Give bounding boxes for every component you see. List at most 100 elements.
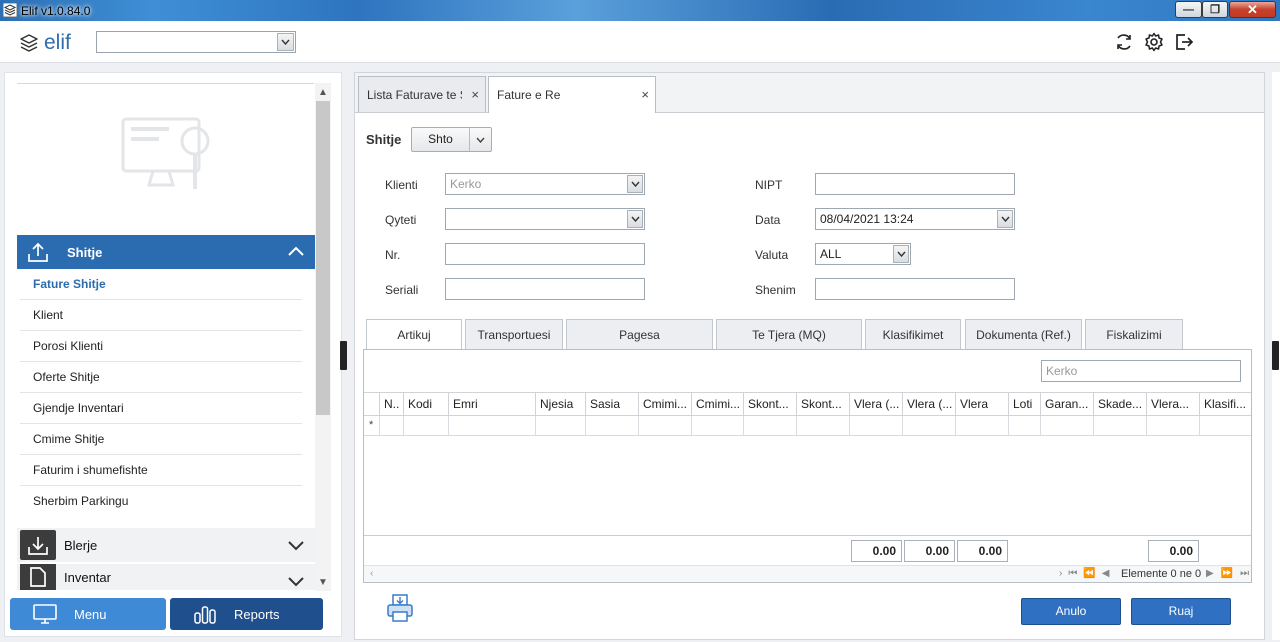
scrollbar-thumb[interactable] — [316, 101, 330, 415]
scroll-up-icon[interactable]: ▲ — [315, 85, 331, 99]
qyteti-combobox[interactable] — [445, 208, 645, 230]
tab-klasifikimet[interactable]: Klasifikimet — [865, 319, 961, 349]
shto-button[interactable]: Shto — [412, 128, 470, 151]
sidebar-splitter-handle[interactable] — [340, 341, 347, 370]
sidebar-item-oferte-shitje[interactable]: Oferte Shitje — [20, 362, 302, 393]
tab-transportuesi[interactable]: Transportuesi — [465, 319, 563, 349]
cancel-button[interactable]: Anulo — [1021, 598, 1121, 625]
tab-dokumenta[interactable]: Dokumenta (Ref.) — [965, 319, 1082, 349]
app-layers-icon — [3, 3, 17, 17]
top-bar: elif — [0, 21, 1280, 63]
chevron-down-icon[interactable] — [627, 210, 643, 228]
next-page-group-icon[interactable]: ⏩ — [1221, 568, 1233, 579]
tab-fature-e-re[interactable]: Fature e Re × — [488, 76, 656, 113]
new-row[interactable]: * — [364, 416, 1251, 436]
sidebar-section-blerje[interactable]: Blerje — [17, 528, 315, 562]
close-tab-icon[interactable]: × — [641, 87, 649, 102]
column-header[interactable]: Kodi — [404, 393, 449, 416]
column-header[interactable]: Emri — [449, 393, 536, 416]
column-header[interactable]: Skont... — [797, 393, 850, 416]
sidebar: Shitje Fature Shitje Klient Porosi Klien… — [4, 72, 342, 637]
column-header[interactable]: N.. — [380, 393, 404, 416]
chevron-down-icon[interactable] — [470, 128, 491, 151]
minimize-button[interactable]: — — [1175, 1, 1202, 18]
chevron-down-icon[interactable] — [287, 536, 305, 554]
right-splitter-handle[interactable] — [1272, 341, 1279, 370]
reports-button[interactable]: Reports — [170, 598, 323, 630]
shenim-input[interactable] — [815, 278, 1015, 300]
save-button[interactable]: Ruaj — [1131, 598, 1231, 625]
column-header[interactable]: Skade... — [1094, 393, 1147, 416]
sidebar-item-sherbim-parkingu[interactable]: Sherbim Parkingu — [20, 486, 302, 517]
app-logo: elif — [18, 31, 71, 55]
scroll-left-icon[interactable]: ‹ — [370, 568, 373, 579]
first-page-icon[interactable]: ⏮ — [1068, 568, 1077, 579]
column-header[interactable]: Cmimi... — [692, 393, 744, 416]
valuta-select[interactable]: ALL — [815, 243, 911, 265]
logout-icon[interactable] — [1174, 32, 1194, 52]
column-header[interactable]: Vlera (... — [903, 393, 956, 416]
tab-te-tjera[interactable]: Te Tjera (MQ) — [716, 319, 862, 349]
prev-page-group-icon[interactable]: ⏪ — [1083, 568, 1095, 579]
seriali-input[interactable] — [445, 278, 645, 300]
bar-chart-icon — [194, 606, 216, 624]
sidebar-item-fature-shitje[interactable]: Fature Shitje — [20, 269, 302, 300]
column-header[interactable]: Klasifi... — [1200, 393, 1251, 416]
chevron-down-icon[interactable] — [893, 245, 909, 263]
minimize-icon: — — [1183, 3, 1194, 16]
chevron-down-icon[interactable] — [287, 572, 305, 590]
last-page-icon[interactable]: ⏭ — [1240, 568, 1249, 579]
column-header[interactable]: Cmimi... — [639, 393, 692, 416]
sidebar-section-shitje[interactable]: Shitje — [17, 235, 315, 269]
chevron-down-icon[interactable] — [997, 210, 1013, 228]
chevron-down-icon[interactable] — [277, 33, 294, 51]
nipt-input[interactable] — [815, 173, 1015, 195]
next-page-icon[interactable]: ▶ — [1206, 568, 1214, 579]
close-window-button[interactable]: ✕ — [1229, 1, 1276, 18]
print-icon[interactable] — [385, 593, 415, 623]
gear-icon[interactable] — [1144, 32, 1164, 52]
sidebar-item-porosi-klienti[interactable]: Porosi Klienti — [20, 331, 302, 362]
nr-label: Nr. — [385, 248, 401, 262]
sidebar-item-cmime-shitje[interactable]: Cmime Shitje — [20, 424, 302, 455]
chevron-down-icon[interactable] — [627, 175, 643, 193]
tab-label: Lista Faturave te Shitjes — [367, 87, 462, 102]
column-header[interactable]: Vlera — [956, 393, 1009, 416]
menu-button[interactable]: Menu — [10, 598, 166, 630]
company-selector[interactable] — [96, 31, 296, 53]
sidebar-scrollbar[interactable]: ▲ ▼ — [315, 83, 331, 591]
column-header[interactable]: Sasia — [586, 393, 639, 416]
sidebar-section-inventar[interactable]: Inventar — [17, 564, 315, 590]
sidebar-item-klient[interactable]: Klient — [20, 300, 302, 331]
prev-page-icon[interactable]: ◀ — [1102, 568, 1110, 579]
scroll-right-icon[interactable]: › — [1059, 568, 1062, 579]
grid-search-input[interactable]: Kerko — [1041, 360, 1241, 382]
column-header[interactable]: Njesia — [536, 393, 586, 416]
maximize-button[interactable]: ❐ — [1202, 1, 1228, 18]
klienti-combobox[interactable]: Kerko — [445, 173, 645, 195]
chevron-up-icon[interactable] — [287, 243, 305, 261]
column-header[interactable]: Vlera (... — [850, 393, 903, 416]
column-header[interactable]: Vlera... — [1147, 393, 1200, 416]
tab-lista-faturave[interactable]: Lista Faturave te Shitjes × — [358, 76, 486, 112]
sidebar-section-label: Inventar — [64, 569, 111, 585]
scroll-down-icon[interactable]: ▼ — [315, 575, 331, 589]
sidebar-item-faturim-shumefishte[interactable]: Faturim i shumefishte — [20, 455, 302, 486]
nr-input[interactable] — [445, 243, 645, 265]
logo-text: elif — [44, 31, 71, 54]
grid-totals-row: 0.00 0.00 0.00 0.00 — [364, 535, 1251, 565]
column-header[interactable]: Skont... — [744, 393, 797, 416]
refresh-icon[interactable] — [1114, 32, 1134, 52]
shto-split-button[interactable]: Shto — [411, 127, 492, 152]
column-header[interactable]: Garan... — [1041, 393, 1094, 416]
upload-icon — [21, 235, 55, 269]
total-value: 0.00 — [957, 540, 1008, 562]
date-picker[interactable]: 08/04/2021 13:24 — [815, 208, 1015, 230]
tab-fiskalizimi[interactable]: Fiskalizimi — [1085, 319, 1183, 349]
column-header[interactable]: Loti — [1009, 393, 1041, 416]
tab-artikuj[interactable]: Artikuj — [366, 319, 462, 350]
tab-pagesa[interactable]: Pagesa — [566, 319, 713, 349]
document-icon — [20, 564, 56, 590]
close-tab-icon[interactable]: × — [471, 87, 479, 102]
sidebar-item-gjendje-inventari[interactable]: Gjendje Inventari — [20, 393, 302, 424]
